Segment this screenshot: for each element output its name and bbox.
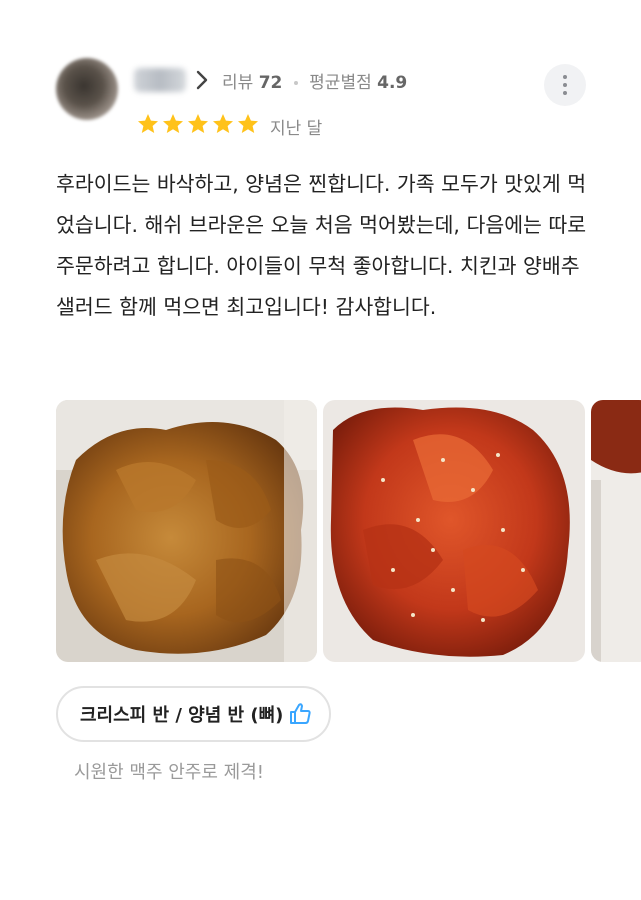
chevron-right-icon[interactable]	[194, 68, 210, 92]
review-count-label: 리뷰	[222, 73, 254, 93]
menu-comment: 시원한 맥주 안주로 제격!	[74, 762, 264, 783]
star-icon	[188, 114, 208, 133]
review-date: 지난 달	[270, 119, 323, 139]
star-icon	[213, 114, 233, 133]
fried-chicken-photo[interactable]	[56, 400, 317, 662]
yangnyeom-chicken-photo[interactable]	[323, 400, 585, 662]
reviewer-name-blurred[interactable]	[134, 68, 186, 92]
separator-dot	[293, 81, 298, 85]
partial-photo[interactable]	[591, 400, 641, 662]
ordered-menu-chip[interactable]: 크리스피 반 / 양념 반 (뼈)	[56, 686, 332, 742]
avg-rating: 4.9	[377, 73, 408, 93]
ordered-menu-label: 크리스피 반 / 양념 반 (뼈)	[80, 705, 284, 726]
photo-carousel[interactable]	[56, 400, 641, 662]
reviewer-stats: 리뷰 72 평균별점 4.9	[222, 68, 407, 93]
rating-stars	[136, 112, 260, 136]
more-icon-dot	[563, 91, 567, 95]
star-icon	[238, 114, 258, 133]
review-header: 리뷰 72 평균별점 4.9 지난 달	[56, 56, 616, 146]
review-count: 72	[258, 73, 283, 93]
avatar[interactable]	[56, 58, 118, 120]
more-icon-dot	[563, 83, 567, 87]
more-icon-dot	[563, 75, 567, 79]
review-text: 후라이드는 바삭하고, 양념은 찐합니다. 가족 모두가 맛있게 먹었습니다. …	[56, 172, 587, 319]
more-options-button[interactable]	[544, 64, 586, 106]
star-icon	[138, 114, 158, 133]
avg-rating-label: 평균별점	[309, 73, 372, 93]
thumbs-up-icon	[290, 703, 311, 724]
star-icon	[163, 114, 183, 133]
